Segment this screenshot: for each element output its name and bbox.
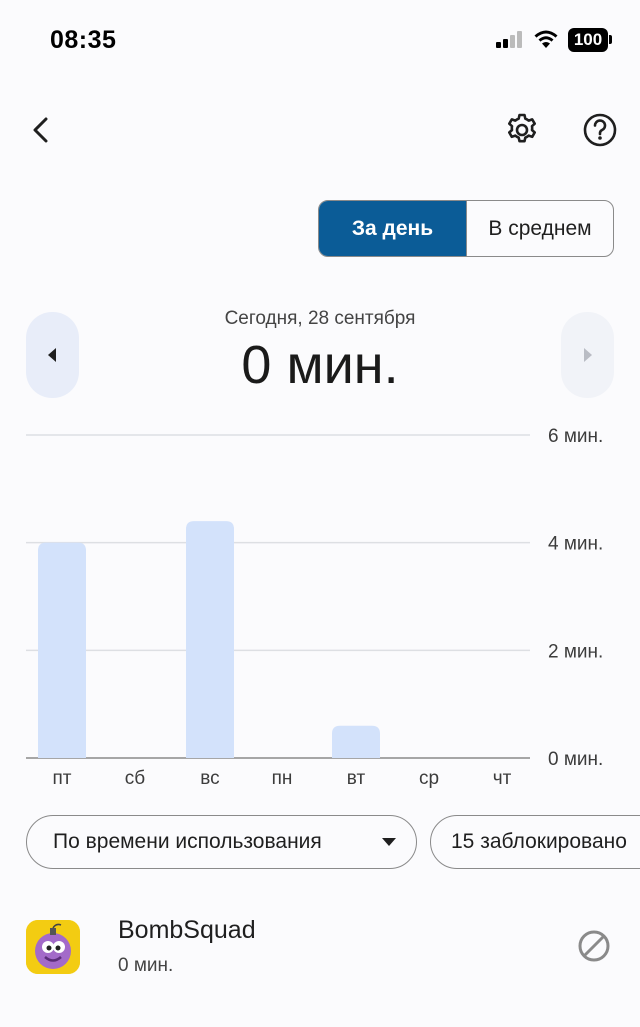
block-icon — [578, 930, 610, 962]
y-tick-label: 2 мин. — [548, 641, 603, 662]
battery-icon: 100 — [568, 28, 608, 52]
caret-down-icon — [382, 838, 396, 846]
date-label: Сегодня, 28 сентября — [224, 308, 416, 329]
chart-bar[interactable] — [38, 542, 86, 758]
x-tick-label: чт — [493, 768, 512, 789]
caret-left-icon — [48, 348, 56, 362]
status-bar: 08:35 100 — [0, 0, 640, 80]
sort-dropdown[interactable]: По времени использования — [26, 815, 417, 869]
x-tick-label: ср — [419, 768, 439, 789]
block-app-button[interactable] — [574, 926, 614, 966]
status-time: 08:35 — [50, 26, 117, 54]
back-button[interactable] — [18, 106, 66, 154]
prev-day-button[interactable] — [26, 312, 79, 398]
battery-tip — [609, 35, 612, 44]
next-day-button[interactable] — [561, 312, 614, 398]
tab-average[interactable]: В среднем — [466, 201, 613, 256]
x-tick-label: пт — [53, 768, 72, 789]
x-tick-label: сб — [125, 768, 146, 789]
list-item[interactable]: BombSquad 0 мин. — [0, 900, 640, 1000]
gear-icon — [508, 113, 536, 143]
y-tick-label: 4 мин. — [548, 534, 603, 555]
tab-daily[interactable]: За день — [319, 201, 466, 256]
arrow-back-icon — [33, 117, 48, 143]
period-toggle: За день В среднем — [318, 200, 614, 257]
sort-label: По времени использования — [53, 830, 322, 853]
chart-bar[interactable] — [332, 725, 380, 758]
settings-button[interactable] — [498, 106, 546, 154]
blocked-apps-chip[interactable]: 15 заблокировано — [430, 815, 640, 869]
total-time: 0 мин. — [241, 335, 399, 395]
x-tick-label: пн — [272, 768, 293, 789]
help-circle-icon — [583, 113, 617, 147]
x-tick-label: вт — [347, 768, 366, 789]
app-usage-time: 0 мин. — [118, 955, 174, 976]
y-tick-label: 0 мин. — [548, 749, 603, 770]
y-tick-label: 6 мин. — [548, 426, 603, 447]
x-tick-label: вс — [200, 768, 219, 789]
wifi-icon — [534, 30, 558, 48]
chart-bar[interactable] — [186, 521, 234, 758]
blocked-label: 15 заблокировано — [451, 830, 627, 853]
app-name: BombSquad — [118, 916, 256, 944]
help-button[interactable] — [576, 106, 624, 154]
cellular-signal-icon — [496, 31, 522, 48]
caret-right-icon — [584, 348, 592, 362]
bombsquad-app-icon — [26, 920, 80, 974]
usage-chart: 0 мин. 2 мин. 4 мин. 6 мин. пт сб вс пн вт ср чт — [26, 426, 603, 789]
